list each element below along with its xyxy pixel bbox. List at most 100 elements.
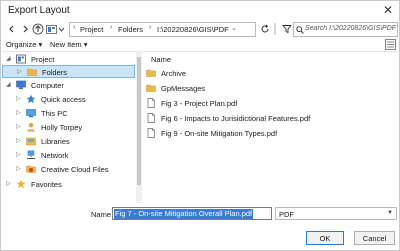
cloud-icon	[26, 165, 36, 173]
tree-item-quick-access[interactable]: ▷ Quick access	[2, 93, 135, 106]
chevron-right-icon: ›	[110, 24, 113, 31]
tree-item-holly-torpey[interactable]: ▷ Holly Torpey	[2, 121, 135, 134]
arrow-left-icon	[8, 25, 13, 33]
arrow-right-icon	[23, 25, 28, 33]
tree-item-label: Folders	[42, 68, 68, 77]
tree-item-creative-cloud-files[interactable]: ▷ Creative Cloud Files	[2, 163, 135, 176]
caret-right-icon[interactable]: ▷	[16, 137, 21, 144]
folder-icon	[146, 69, 156, 77]
file-type-select[interactable]: PDF ▼	[275, 207, 397, 220]
tree-item-label: Computer	[31, 81, 64, 90]
project-icon	[46, 24, 57, 34]
caret-right-icon[interactable]: ▷	[16, 151, 21, 158]
tree-item-label: Project	[31, 55, 55, 64]
new-item-menu[interactable]: New Item ▾	[50, 40, 88, 49]
filter-separator	[271, 22, 278, 36]
pdf-file-icon	[147, 113, 155, 123]
search-input[interactable]: Search I:\20220826\GIS\PDF	[293, 22, 398, 37]
list-item-label: Fig 9 - On-site Mitigation Types.pdf	[161, 129, 278, 138]
pc-icon	[26, 109, 36, 118]
breadcrumb-project[interactable]: Project	[80, 25, 103, 34]
pdf-file-icon	[147, 98, 155, 108]
caret-right-icon[interactable]: ▷	[16, 123, 21, 130]
tree-item-label: Favorites	[31, 180, 62, 189]
search-placeholder: Search I:\20220826\GIS\PDF	[305, 25, 397, 32]
name-field-label: Name	[91, 210, 112, 219]
folder-icon	[146, 84, 156, 92]
library-icon	[26, 137, 36, 146]
separator-icon	[274, 23, 275, 35]
close-button[interactable]: ✕	[383, 3, 393, 17]
tree-item-label: Quick access	[41, 95, 86, 104]
tree-item-this-pc[interactable]: ▷ This PC	[2, 107, 135, 120]
forward-button[interactable]	[18, 22, 31, 36]
back-button[interactable]	[5, 22, 18, 36]
name-column-header[interactable]: Name	[151, 55, 171, 64]
breadcrumb-folder-path[interactable]: I:\20220826\GIS\PDF	[157, 25, 229, 34]
project-icon	[16, 54, 26, 64]
details-view-icon	[385, 39, 396, 50]
caret-right-icon[interactable]: ▷	[6, 180, 11, 187]
chevron-down-icon: ▼	[387, 210, 393, 216]
tree-item-label: This PC	[41, 109, 68, 118]
tree-item-computer[interactable]: ◢ Computer	[2, 79, 135, 92]
tree-item-label: Network	[41, 151, 69, 160]
organize-menu[interactable]: Organize ▾	[6, 40, 42, 49]
list-item-label: Fig 6 - Impacts to Jurisidictional Featu…	[161, 114, 311, 123]
favorites-icon	[16, 179, 26, 189]
folder-icon	[27, 68, 37, 76]
file-name-input[interactable]: Fig 7 - On-site Mitigation Overall Plan.…	[112, 207, 272, 220]
list-item[interactable]: GpMessages	[146, 82, 396, 95]
chevron-down-icon[interactable]: ⌄	[231, 24, 237, 32]
cancel-button[interactable]: Cancel	[354, 231, 395, 245]
list-item[interactable]: Archive	[146, 67, 396, 80]
list-item[interactable]: Fig 9 - On-site Mitigation Types.pdf	[146, 127, 396, 140]
user-icon	[27, 123, 35, 132]
tree-item-libraries[interactable]: ▷ Libraries	[2, 135, 135, 148]
location-dropdown-button[interactable]	[57, 22, 66, 36]
tree-item-label: Holly Torpey	[41, 123, 83, 132]
tree-item-label: Creative Cloud Files	[41, 165, 109, 174]
star-icon	[26, 94, 36, 104]
filter-button[interactable]	[280, 22, 293, 36]
tree-item-network[interactable]: ▷ Network	[2, 149, 135, 162]
window-title: Export Layout	[8, 5, 70, 16]
navigation-tree: ◢ Project ▷ Folders ◢ Computer ▷ Quick a…	[2, 51, 136, 203]
list-item-label: Fig 3 - Project Plan.pdf	[161, 99, 238, 108]
chevron-right-icon: ›	[73, 24, 76, 31]
caret-right-icon[interactable]: ▷	[16, 165, 21, 172]
list-item[interactable]: Fig 6 - Impacts to Jurisidictional Featu…	[146, 112, 396, 125]
list-item-label: GpMessages	[161, 84, 206, 93]
scrollbar-thumb[interactable]	[137, 57, 141, 185]
refresh-button[interactable]	[258, 22, 271, 36]
chevron-right-icon: ›	[149, 24, 152, 31]
file-name-value: Fig 7 - On-site Mitigation Overall Plan.…	[114, 209, 254, 219]
export-layout-dialog: Export Layout ✕ › Project › Folders › I:…	[0, 0, 400, 251]
refresh-icon	[261, 24, 268, 33]
breadcrumb-folders[interactable]: Folders	[118, 25, 143, 34]
ok-button[interactable]: OK	[306, 231, 344, 245]
network-icon	[27, 150, 35, 159]
file-list: Name Archive GpMessages Fig 3 - Project …	[143, 51, 398, 203]
chevron-down-icon	[58, 27, 65, 32]
caret-right-icon[interactable]: ▷	[16, 95, 21, 102]
file-type-value: PDF	[279, 210, 294, 219]
caret-down-icon[interactable]: ◢	[6, 81, 11, 88]
caret-right-icon[interactable]: ▷	[17, 68, 22, 75]
arrow-up-icon	[32, 23, 43, 35]
address-bar[interactable]: › Project › Folders › I:\20220826\GIS\PD…	[69, 22, 256, 37]
search-icon	[296, 26, 304, 34]
filter-funnel-icon	[281, 25, 292, 34]
list-item[interactable]: Fig 3 - Project Plan.pdf	[146, 97, 396, 110]
tree-item-folders[interactable]: ▷ Folders	[2, 65, 135, 78]
caret-down-icon[interactable]: ◢	[6, 55, 11, 62]
tree-item-label: Libraries	[41, 137, 70, 146]
computer-icon	[16, 80, 26, 89]
caret-right-icon[interactable]: ▷	[16, 109, 21, 116]
pdf-file-icon	[147, 128, 155, 138]
title-bar: Export Layout ✕	[1, 1, 399, 21]
up-button[interactable]	[31, 22, 44, 36]
list-item-label: Archive	[161, 69, 187, 78]
tree-scrollbar[interactable]	[136, 51, 142, 203]
tree-item-favorites[interactable]: ▷ Favorites	[2, 178, 135, 191]
